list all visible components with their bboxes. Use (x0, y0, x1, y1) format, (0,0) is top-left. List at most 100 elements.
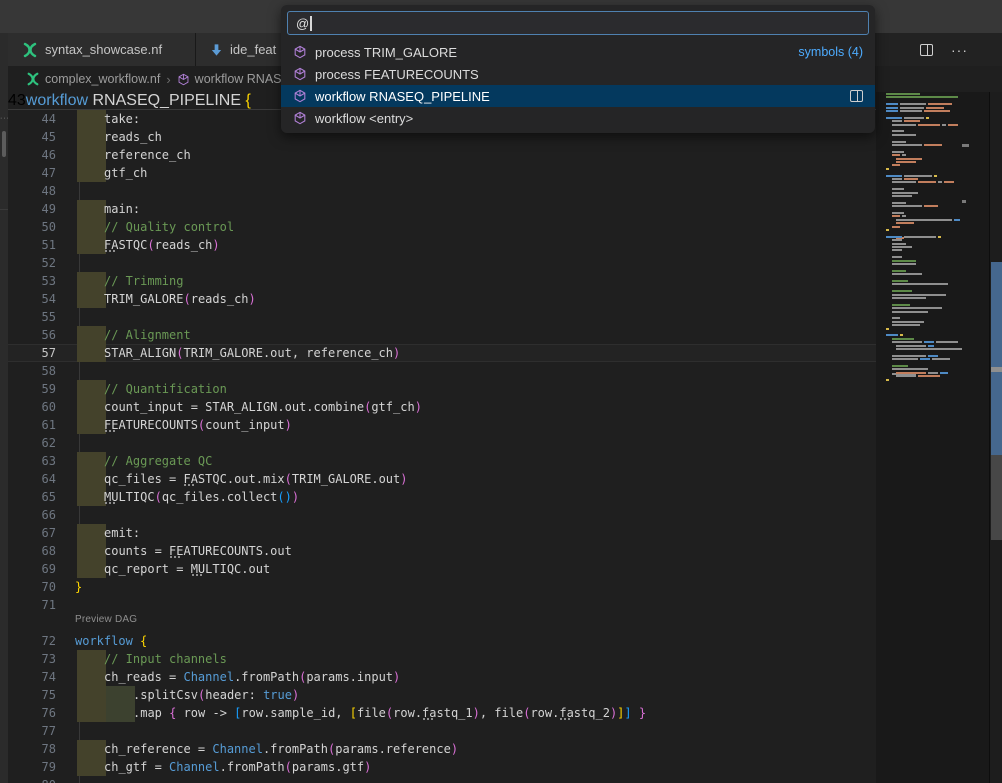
code-text: .map { row -> [row.sample_id, [file(row.… (75, 704, 646, 722)
code-line[interactable]: 51FASTQC(reads_ch) (8, 236, 876, 254)
code-line[interactable]: 49main: (8, 200, 876, 218)
minimap-segment (892, 154, 900, 156)
quick-open-item-1[interactable]: process FEATURECOUNTS (281, 63, 875, 85)
code-line[interactable]: 62 (8, 434, 876, 452)
code-token: FEATURECOUNTS (169, 544, 263, 558)
quick-open-item-3[interactable]: workflow <entry> (281, 107, 875, 129)
code-line[interactable]: 59// Quantification (8, 380, 876, 398)
scrollbar-thumb[interactable] (991, 455, 1002, 540)
minimap-segment (896, 161, 916, 163)
minimap-segment (918, 181, 936, 183)
open-to-side-icon[interactable] (850, 90, 863, 102)
code-line[interactable]: 65MULTIQC(qc_files.collect()) (8, 488, 876, 506)
symbol-cube-icon (177, 73, 190, 86)
code-line[interactable]: 72workflow { (8, 632, 876, 650)
minimap-segment (892, 124, 916, 126)
code-token: } (639, 706, 646, 720)
codelens-preview-dag[interactable]: Preview DAG (75, 614, 137, 625)
line-number: 79 (24, 758, 56, 776)
line-number: 47 (24, 164, 56, 182)
code-line[interactable]: 61FEATURECOUNTS(count_input) (8, 416, 876, 434)
code-editor[interactable]: 43workflow RNASEQ_PIPELINE { 44take:45re… (8, 92, 1002, 783)
code-line[interactable]: 58 (8, 362, 876, 380)
more-actions-icon[interactable]: ··· (951, 45, 968, 55)
code-line[interactable]: 54TRIM_GALORE(reads_ch) (8, 290, 876, 308)
code-line[interactable]: 69qc_report = MULTIQC.out (8, 560, 876, 578)
code-token: reads_ch (104, 130, 162, 144)
minimap-segment (892, 188, 904, 190)
code-line[interactable]: 75.splitCsv(header: true) (8, 686, 876, 704)
code-line[interactable]: 71 (8, 596, 876, 614)
code-line[interactable]: 55 (8, 308, 876, 326)
collapsed-sidebar[interactable]: ··· (0, 33, 8, 783)
minimap-segment (886, 96, 958, 98)
quick-open-item-label: process FEATURECOUNTS (315, 67, 479, 82)
code-line[interactable]: 47gtf_ch (8, 164, 876, 182)
code-line[interactable]: 50// Quality control (8, 218, 876, 236)
code-line[interactable]: 52 (8, 254, 876, 272)
minimap-segment (934, 175, 937, 177)
minimap-line (892, 307, 944, 309)
breadcrumb-file[interactable]: complex_workflow.nf (45, 72, 160, 86)
code-token: fastq_2 (559, 706, 610, 720)
sidebar-scrollbar-thumb[interactable] (2, 131, 6, 157)
minimap-line (892, 226, 902, 228)
tab-syntax-showcase[interactable]: syntax_showcase.nf (8, 33, 196, 66)
minimap-segment (892, 324, 920, 326)
minimap-line (886, 236, 943, 238)
breadcrumb-separator-icon: › (165, 72, 171, 87)
code-line[interactable]: 46reference_ch (8, 146, 876, 164)
code-line[interactable]: 76.map { row -> [row.sample_id, [file(ro… (8, 704, 876, 722)
minimap-segment (892, 195, 912, 197)
scrollbar-range (991, 372, 1002, 455)
code-line-current[interactable]: 57STAR_ALIGN(TRIM_GALORE.out, reference_… (8, 344, 876, 362)
code-text: TRIM_GALORE(reads_ch) (75, 290, 256, 308)
quick-open-item-2[interactable]: workflow RNASEQ_PIPELINE (281, 85, 875, 107)
minimap-line (892, 124, 960, 126)
editor-scrollbar[interactable] (989, 92, 1002, 783)
code-token: row.sample_id, (241, 706, 349, 720)
code-line[interactable]: 60count_input = STAR_ALIGN.out.combine(g… (8, 398, 876, 416)
minimap-line (892, 324, 922, 326)
minimap-segment (938, 181, 942, 183)
line-number: 75 (24, 686, 56, 704)
code-line[interactable]: 78ch_reference = Channel.fromPath(params… (8, 740, 876, 758)
code-line[interactable]: 63// Aggregate QC (8, 452, 876, 470)
line-number: 46 (24, 146, 56, 164)
code-token: Channel (212, 742, 263, 756)
code-line[interactable]: 48 (8, 182, 876, 200)
code-line[interactable]: 74ch_reads = Channel.fromPath(params.inp… (8, 668, 876, 686)
minimap-line (892, 256, 904, 258)
minimap-line (896, 222, 916, 224)
code-line[interactable]: 53// Trimming (8, 272, 876, 290)
code-line[interactable]: 56// Alignment (8, 326, 876, 344)
split-editor-icon[interactable] (920, 44, 933, 56)
arrow-down-icon (210, 43, 223, 57)
text-cursor (310, 16, 312, 31)
code-line[interactable]: 70} (8, 578, 876, 596)
code-token: ) (285, 490, 292, 504)
quick-open-item-0[interactable]: process TRIM_GALOREsymbols (4) (281, 41, 875, 63)
minimap-segment (896, 222, 914, 224)
code-line[interactable]: 80 (8, 776, 876, 783)
code-token: ( (155, 490, 162, 504)
minimap-line (892, 212, 906, 214)
minimap-segment (892, 215, 900, 217)
minimap-segment (886, 107, 898, 109)
minimap[interactable] (878, 92, 962, 783)
code-line[interactable]: 79ch_gtf = Channel.fromPath(params.gtf) (8, 758, 876, 776)
code-line[interactable]: 73// Input channels (8, 650, 876, 668)
code-line[interactable]: 67emit: (8, 524, 876, 542)
code-line[interactable]: 66 (8, 506, 876, 524)
code-line[interactable]: 68counts = FEATURECOUNTS.out (8, 542, 876, 560)
code-line[interactable]: 77 (8, 722, 876, 740)
line-number: 45 (24, 128, 56, 146)
code-token: file (357, 706, 386, 720)
quick-open-input[interactable]: @ (287, 11, 869, 35)
minimap-line (886, 117, 931, 119)
minimap-line (892, 195, 914, 197)
minimap-segment (892, 297, 926, 299)
code-line[interactable]: 64qc_files = FASTQC.out.mix(TRIM_GALORE.… (8, 470, 876, 488)
symbols-count-link[interactable]: symbols (4) (798, 45, 863, 59)
code-token: ) (292, 688, 299, 702)
